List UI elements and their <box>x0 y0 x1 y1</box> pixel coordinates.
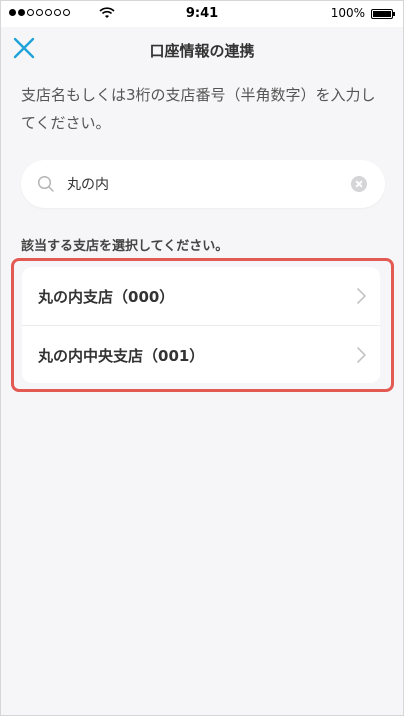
search-field[interactable] <box>21 160 385 208</box>
battery-percentage: 100% <box>330 6 365 20</box>
chevron-right-icon <box>357 347 366 363</box>
navigation-header: 口座情報の連携 <box>1 27 403 71</box>
status-bar: 9:41 100% <box>1 1 403 27</box>
results-label: 該当する支店を選択してください。 <box>21 239 229 254</box>
branch-name: 丸の内支店（000） <box>38 288 175 306</box>
branch-name: 丸の内中央支店（001） <box>38 347 205 365</box>
search-input[interactable] <box>67 174 347 194</box>
battery-icon <box>371 9 395 19</box>
instruction-text: 支店名もしくは3桁の支店番号（半角数字）を入力してください。 <box>21 86 376 132</box>
app-screen: 9:41 100% 口座情報の連携 支店名もしくは3桁の支店番号（半角数字）を入… <box>0 0 404 716</box>
chevron-right-icon <box>357 288 366 304</box>
clear-icon[interactable] <box>351 176 367 192</box>
page-title: 口座情報の連携 <box>149 42 255 60</box>
list-item[interactable]: 丸の内中央支店（001） <box>22 325 380 383</box>
search-icon <box>37 175 54 192</box>
branch-result-list: 丸の内支店（000） 丸の内中央支店（001） <box>22 267 380 383</box>
list-item[interactable]: 丸の内支店（000） <box>22 267 380 325</box>
